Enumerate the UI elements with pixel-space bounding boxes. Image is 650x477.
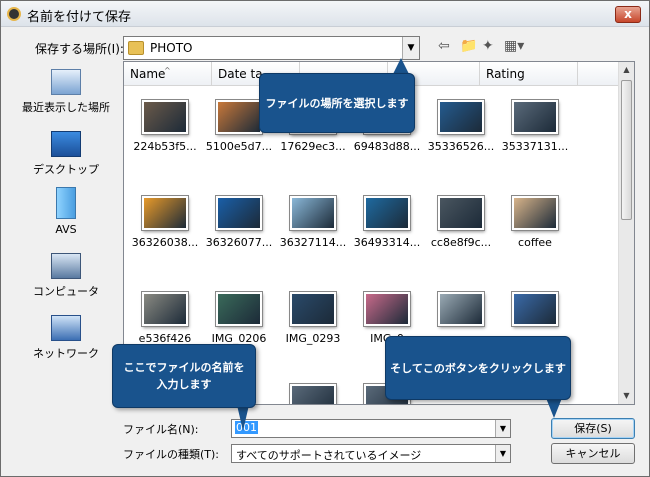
file-name: 36326038... (131, 236, 199, 249)
file-item[interactable]: IMG_0293 (276, 292, 350, 370)
place-network[interactable]: ネットワーク (13, 315, 119, 361)
callout-pointer (546, 398, 562, 418)
save-in-label: 保存する場所(I): (35, 42, 124, 56)
place-label: コンピュータ (33, 285, 99, 298)
callout-save: そしてこのボタンをクリックします (385, 336, 571, 400)
photo-thumbnail (290, 292, 336, 326)
callout-filename: ここでファイルの名前を 入力します (112, 344, 256, 408)
photo-thumbnail (290, 384, 336, 404)
file-item[interactable] (276, 384, 350, 404)
photo-thumbnail (438, 196, 484, 230)
file-name: 224b53f5... (133, 140, 197, 153)
computer-icon (51, 253, 81, 279)
filename-input[interactable]: 001 ▼ (231, 419, 511, 438)
photo-thumbnail (512, 100, 558, 134)
file-name: coffee (518, 236, 552, 249)
chevron-down-icon[interactable]: ▼ (402, 37, 419, 59)
file-item[interactable]: 224b53f5... (128, 100, 202, 178)
filetype-value: すべてのサポートされているイメージ (236, 449, 422, 462)
scroll-down-icon[interactable]: ▼ (619, 388, 634, 404)
photo-thumbnail (290, 196, 336, 230)
save-as-dialog: 名前を付けて保存 x 保存する場所(I): PHOTO ▼ ⇦ 📁 ✦ ▦▾ 最… (0, 0, 650, 477)
photo-thumbnail (216, 196, 262, 230)
place-label: 最近表示した場所 (22, 101, 110, 114)
file-item[interactable]: coffee (498, 196, 572, 274)
place-label: AVS (55, 223, 77, 236)
file-name: IMG_0293 (285, 332, 341, 345)
cancel-button[interactable]: キャンセル (551, 443, 635, 464)
file-name: 5100e5d7... (205, 140, 273, 153)
photo-thumbnail (438, 292, 484, 326)
title-bar: 名前を付けて保存 x (1, 1, 649, 27)
column-name[interactable]: Name ^ (124, 62, 212, 86)
place-label: デスクトップ (33, 163, 99, 176)
chevron-down-icon[interactable]: ▼ (495, 420, 510, 437)
desktop-icon (51, 131, 81, 157)
back-arrow-icon[interactable]: ⇦ (438, 38, 450, 54)
file-item[interactable]: cc8e8f9c... (424, 196, 498, 274)
file-item[interactable]: 35337131... (498, 100, 572, 178)
place-avs[interactable]: AVS (13, 187, 119, 236)
photo-thumbnail (216, 100, 262, 134)
file-name: cc8e8f9c... (430, 236, 492, 249)
file-item[interactable]: 36493314... (350, 196, 424, 274)
place-recent[interactable]: 最近表示した場所 (13, 69, 119, 115)
window-title: 名前を付けて保存 (27, 10, 132, 25)
file-name: 17629ec3... (280, 140, 346, 153)
callout-line: ここでファイルの名前を (123, 361, 245, 374)
photo-thumbnail (512, 196, 558, 230)
file-item[interactable]: 36327114... (276, 196, 350, 274)
new-folder-icon[interactable]: ✦ (482, 38, 494, 54)
filename-label: ファイル名(N): (123, 423, 199, 436)
photo-thumbnail (438, 100, 484, 134)
place-desktop[interactable]: デスクトップ (13, 131, 119, 177)
view-menu-icon[interactable]: ▦▾ (504, 38, 524, 54)
sort-ascending-icon: ^ (164, 66, 171, 75)
recent-places-icon (51, 69, 81, 95)
scrollbar-thumb[interactable] (621, 80, 632, 220)
photo-thumbnail (364, 292, 410, 326)
callout-pointer (393, 58, 409, 74)
scroll-up-icon[interactable]: ▲ (619, 62, 634, 78)
vertical-scrollbar[interactable]: ▲ ▼ (618, 62, 634, 404)
column-rating[interactable]: Rating (480, 62, 578, 86)
avs-folder-icon (56, 187, 76, 219)
folder-icon (128, 41, 144, 55)
chevron-down-icon[interactable]: ▼ (495, 445, 510, 462)
filetype-select[interactable]: すべてのサポートされているイメージ ▼ (231, 444, 511, 463)
places-bar: 最近表示した場所 デスクトップ AVS コンピュータ ネットワーク (13, 63, 119, 403)
app-icon (7, 7, 21, 21)
photo-thumbnail (364, 196, 410, 230)
callout-location: ファイルの場所を選択します (259, 73, 415, 133)
file-name: 35336526... (427, 140, 495, 153)
photo-thumbnail (512, 292, 558, 326)
file-item[interactable]: 35336526... (424, 100, 498, 178)
file-name: 69483d88... (353, 140, 421, 153)
file-item[interactable]: 36326077... (202, 196, 276, 274)
photo-thumbnail (142, 292, 188, 326)
callout-pointer (237, 405, 249, 431)
photo-thumbnail (142, 100, 188, 134)
photo-thumbnail (142, 196, 188, 230)
location-value: PHOTO (150, 41, 193, 55)
location-dropdown[interactable]: PHOTO ▼ (123, 36, 420, 60)
close-button[interactable]: x (615, 6, 641, 23)
file-name: 36327114... (279, 236, 347, 249)
file-item[interactable]: 36326038... (128, 196, 202, 274)
column-label: Name (130, 67, 166, 81)
file-name: 36326077... (205, 236, 273, 249)
callout-line: 入力します (156, 378, 212, 391)
file-name: 35337131... (501, 140, 569, 153)
up-folder-icon[interactable]: 📁 (460, 38, 477, 54)
place-label: ネットワーク (33, 347, 99, 360)
place-computer[interactable]: コンピュータ (13, 253, 119, 299)
save-button[interactable]: 保存(S) (551, 418, 635, 439)
filetype-label: ファイルの種類(T): (123, 448, 220, 461)
network-icon (51, 315, 81, 341)
photo-thumbnail (216, 292, 262, 326)
file-name: 36493314... (353, 236, 421, 249)
